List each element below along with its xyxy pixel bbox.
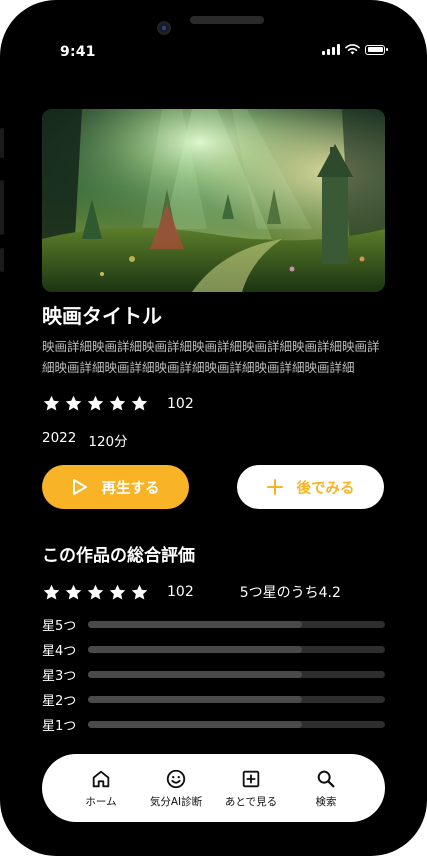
rating-bar-track <box>88 721 385 728</box>
tab-mood-ai-diagnosis[interactable]: 気分AI診断 <box>139 754 214 822</box>
rating-bar-label: 星2つ <box>42 694 77 709</box>
device-side-button <box>0 180 4 235</box>
star-icon <box>65 584 82 600</box>
rating-count: 102 <box>167 395 194 412</box>
device-side-button <box>0 248 4 272</box>
play-button-label: 再生する <box>101 480 160 497</box>
rating-bar-label: 星3つ <box>42 669 77 684</box>
rating-bar-row: 星5つ <box>42 612 385 637</box>
rating-bar-row: 星4つ <box>42 637 385 662</box>
rating-bar-label: 星4つ <box>42 644 77 659</box>
tab-search[interactable]: 検索 <box>289 754 364 822</box>
cellular-signal-icon <box>322 44 340 55</box>
star-icon <box>43 395 60 411</box>
search-icon <box>317 770 335 788</box>
rating-bar-track <box>88 696 385 703</box>
wifi-icon <box>345 44 360 55</box>
tab-home[interactable]: ホーム <box>64 754 139 822</box>
smile-icon <box>166 769 186 789</box>
rating-bar-label: 星1つ <box>42 719 77 734</box>
play-button[interactable]: 再生する <box>42 465 189 509</box>
rating-bar-fill <box>88 696 302 703</box>
status-icons <box>322 44 388 55</box>
release-year: 2022 <box>42 430 77 446</box>
star-icon <box>109 584 126 600</box>
star-icon <box>131 395 148 411</box>
rating-bar-fill <box>88 721 302 728</box>
rating-breakdown: 星5つ星4つ星3つ星2つ星1つ <box>42 612 385 737</box>
movie-meta: 2022 120分 <box>42 430 128 450</box>
tab-watch-later[interactable]: あとで見る <box>214 754 289 822</box>
home-icon <box>92 770 110 788</box>
star-icon <box>43 584 60 600</box>
rating-bar-track <box>88 671 385 678</box>
rating-count: 102 <box>167 584 194 600</box>
star-rating <box>42 583 149 602</box>
star-rating <box>42 394 149 413</box>
rating-bar-row: 星2つ <box>42 687 385 712</box>
plus-square-icon <box>242 770 260 788</box>
star-icon <box>87 584 104 600</box>
tab-label: あとで見る <box>224 796 278 808</box>
plus-icon <box>266 479 283 495</box>
rating-bar-label: 星5つ <box>42 619 77 634</box>
star-icon <box>109 395 126 411</box>
rating-bar-fill <box>88 646 302 653</box>
rating-bar-fill <box>88 671 302 678</box>
runtime: 120分 <box>88 434 128 450</box>
tab-label: 検索 <box>315 796 337 808</box>
play-icon <box>72 479 87 495</box>
rating-bar-track <box>88 646 385 653</box>
battery-icon <box>365 44 388 55</box>
front-camera <box>157 21 171 35</box>
star-icon <box>65 395 82 411</box>
rating-bar-row: 星3つ <box>42 662 385 687</box>
movie-rating: 102 <box>42 394 194 413</box>
bottom-tab-bar: ホーム 気分AI診断 あとで見る 検索 <box>42 754 385 822</box>
star-icon <box>87 395 104 411</box>
rating-bar-row: 星1つ <box>42 712 385 737</box>
phone-screen: 9:41 映画タイトル 映画詳細映画詳細映画詳細映画詳細映画詳細映画詳細映画詳細… <box>0 0 427 856</box>
status-time: 9:41 <box>60 44 96 60</box>
device-side-button <box>0 128 4 158</box>
tab-label: 気分AI診断 <box>149 796 203 808</box>
speaker-grille <box>190 16 264 24</box>
star-icon <box>131 584 148 600</box>
watch-later-button[interactable]: 後でみる <box>237 465 384 509</box>
rating-bar-fill <box>88 621 302 628</box>
review-summary-title: この作品の総合評価 <box>42 546 195 566</box>
movie-description: 映画詳細映画詳細映画詳細映画詳細映画詳細映画詳細映画詳細映画詳細映画詳細映画詳細… <box>42 339 380 375</box>
movie-title: 映画タイトル <box>42 304 162 328</box>
movie-poster-image[interactable] <box>42 109 385 292</box>
rating-bar-track <box>88 621 385 628</box>
overall-rating: 102 5つ星のうち4.2 <box>42 582 341 602</box>
average-rating-text: 5つ星のうち4.2 <box>239 585 341 601</box>
tab-label: ホーム <box>85 796 117 808</box>
watch-later-label: 後でみる <box>296 480 355 497</box>
